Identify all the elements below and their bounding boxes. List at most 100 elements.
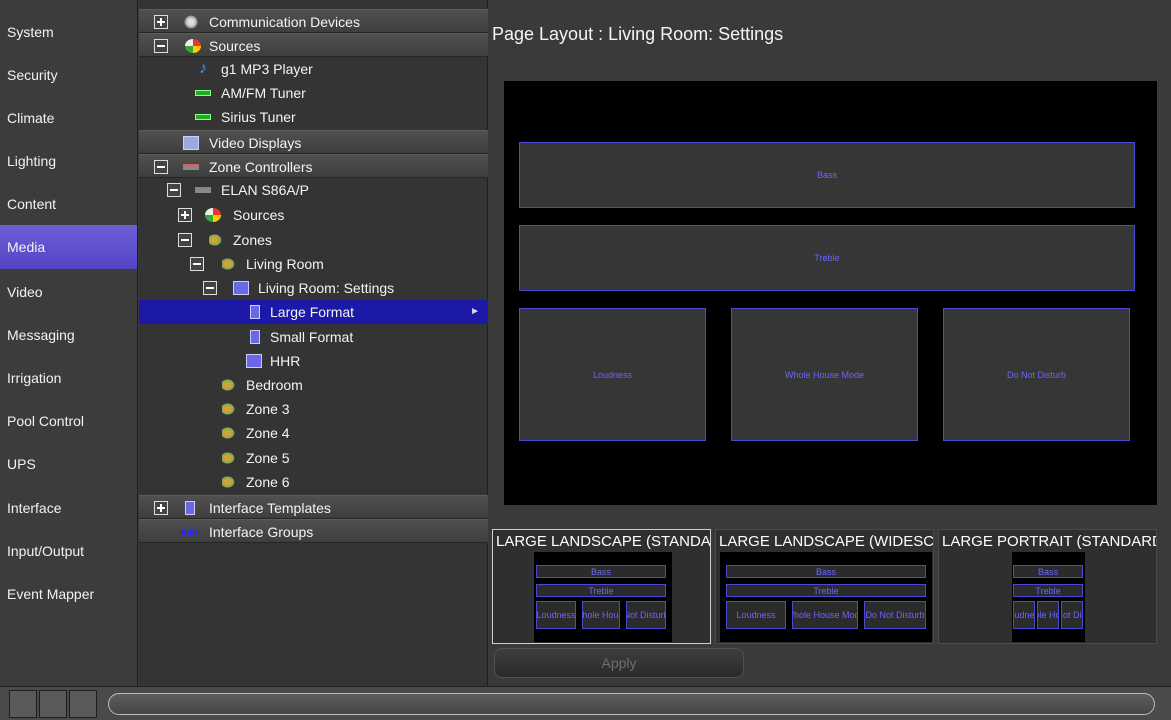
nav-item-event-mapper[interactable]: Event Mapper: [0, 572, 137, 616]
nav-item-ups[interactable]: UPS: [0, 442, 137, 486]
tuner-icon: [195, 114, 211, 120]
toolbar-slot-2[interactable]: [39, 690, 67, 718]
thumb-bass: Bass: [1013, 565, 1083, 578]
tree-item-label: Zones: [233, 232, 272, 248]
collapse-icon[interactable]: [203, 281, 217, 295]
tree-item-label: Zone Controllers: [209, 159, 313, 175]
layout-thumbnail-large-portrait-standard[interactable]: LARGE PORTRAIT (STANDARD) Bass Treble Lo…: [938, 529, 1157, 644]
tree-item-zone-4[interactable]: Zone 4: [139, 421, 488, 445]
nav-item-irrigation[interactable]: Irrigation: [0, 356, 137, 400]
tree-item-video-displays[interactable]: Video Displays: [139, 130, 488, 154]
bass-slot[interactable]: Bass: [519, 142, 1135, 208]
context-arrow-icon[interactable]: ►: [470, 300, 480, 324]
nav-item-security[interactable]: Security: [0, 53, 137, 97]
tree-item-living-room[interactable]: Living Room: [139, 252, 488, 276]
thumbnail-screen: Bass Treble Loudness Whole House Do Not …: [1012, 552, 1085, 642]
whole-house-mode-slot[interactable]: Whole House Mode: [731, 308, 918, 441]
do-not-disturb-slot[interactable]: Do Not Disturb: [943, 308, 1130, 441]
nav-item-content[interactable]: Content: [0, 182, 137, 226]
tree-item-elan-s86a-p[interactable]: ELAN S86A/P: [139, 178, 488, 202]
sources-icon: [185, 39, 201, 53]
tree-item-label: Large Format: [270, 304, 355, 320]
tree-item-label: g1 MP3 Player: [221, 61, 313, 77]
nav-item-pool-control[interactable]: Pool Control: [0, 399, 137, 443]
speaker-icon: [209, 233, 223, 247]
nav-item-media[interactable]: Media: [0, 225, 137, 269]
tree-item-g1-mp3-player[interactable]: ♪ g1 MP3 Player: [139, 57, 488, 81]
tree-item-zone-6[interactable]: Zone 6: [139, 470, 488, 494]
tree-item-label: Bedroom: [246, 377, 303, 393]
tree-item-zones[interactable]: Zones: [139, 228, 488, 252]
tree-item-label: Zone 3: [246, 401, 290, 417]
collapse-icon[interactable]: [154, 39, 168, 53]
thumb-treble: Treble: [726, 584, 926, 597]
speaker-icon: [222, 378, 236, 392]
tree-item-am-fm-tuner[interactable]: AM/FM Tuner: [139, 81, 488, 105]
layout-canvas: Bass Treble Loudness Whole House Mode Do…: [504, 81, 1157, 505]
thumb-treble: Treble: [1013, 584, 1083, 597]
thumb-dnd: Do Not Disturb: [864, 601, 926, 629]
thumb-whole-house: Whole House Mode: [792, 601, 858, 629]
tree-item-sources-sub[interactable]: Sources: [139, 203, 488, 227]
tree-item-label: AM/FM Tuner: [221, 85, 306, 101]
thumb-whole-house: Whole House: [582, 601, 620, 629]
nav-item-messaging[interactable]: Messaging: [0, 313, 137, 357]
speaker-icon: [222, 475, 236, 489]
layout-thumbnail-large-landscape-widescreen[interactable]: LARGE LANDSCAPE (WIDESCREEN) Bass Treble…: [715, 529, 934, 644]
toolbar-slot-3[interactable]: [69, 690, 97, 718]
device-tree: Communication Devices Sources ♪ g1 MP3 P…: [139, 0, 488, 686]
speaker-icon: [222, 402, 236, 416]
video-display-icon: [183, 136, 199, 150]
nav-item-interface[interactable]: Interface: [0, 486, 137, 530]
expand-icon[interactable]: [154, 15, 168, 29]
page-icon: [250, 330, 260, 344]
tree-item-label: Living Room: Settings: [258, 280, 395, 296]
tree-item-small-format[interactable]: Small Format: [139, 325, 488, 349]
collapse-icon[interactable]: [154, 160, 168, 174]
nav-item-input-output[interactable]: Input/Output: [0, 529, 137, 573]
tree-item-sources[interactable]: Sources: [139, 33, 488, 57]
speaker-icon: [222, 426, 236, 440]
tree-item-living-room-settings[interactable]: Living Room: Settings: [139, 276, 488, 300]
tree-item-interface-groups[interactable]: Interface Groups: [139, 519, 488, 543]
apply-button[interactable]: Apply: [494, 648, 744, 678]
tree-item-label: Zone 4: [246, 425, 290, 441]
page-title: Page Layout : Living Room: Settings: [492, 24, 784, 44]
tree-item-sirius-tuner[interactable]: Sirius Tuner: [139, 105, 488, 129]
treble-slot[interactable]: Treble: [519, 225, 1135, 291]
tree-item-hhr[interactable]: HHR: [139, 349, 488, 373]
expand-icon[interactable]: [154, 501, 168, 515]
tree-item-bedroom[interactable]: Bedroom: [139, 373, 488, 397]
collapse-icon[interactable]: [178, 233, 192, 247]
collapse-icon[interactable]: [190, 257, 204, 271]
page-layout-panel: Page Layout : Living Room: Settings Bass…: [489, 0, 1171, 686]
layout-thumbnail-large-landscape-standard[interactable]: LARGE LANDSCAPE (STANDARD) Bass Treble L…: [492, 529, 711, 644]
template-icon: [185, 501, 195, 515]
tree-item-label: Living Room: [246, 256, 324, 272]
tree-item-large-format[interactable]: Large Format ►: [139, 300, 488, 324]
tree-item-label: Video Displays: [209, 135, 302, 151]
thumbnail-title: LARGE LANDSCAPE (WIDESCREEN): [719, 533, 934, 550]
thumb-dnd: Do Not Disturb: [1061, 601, 1083, 629]
expand-icon[interactable]: [178, 208, 192, 222]
page-icon: [250, 305, 260, 319]
tree-item-zone-5[interactable]: Zone 5: [139, 446, 488, 470]
nav-item-system[interactable]: System: [0, 10, 137, 54]
tree-item-zone-3[interactable]: Zone 3: [139, 397, 488, 421]
status-bar: [108, 693, 1155, 715]
tree-item-communication-devices[interactable]: Communication Devices: [139, 9, 488, 33]
nav-item-climate[interactable]: Climate: [0, 96, 137, 140]
thumb-dnd: Not Disturb: [626, 601, 666, 629]
collapse-icon[interactable]: [167, 183, 181, 197]
tree-item-interface-templates[interactable]: Interface Templates: [139, 495, 488, 519]
toolbar-slot-1[interactable]: [9, 690, 37, 718]
thumb-loudness: Loudness: [536, 601, 576, 629]
nav-item-video[interactable]: Video: [0, 270, 137, 314]
tree-item-label: HHR: [270, 353, 301, 369]
tree-item-label: Zone 6: [246, 474, 290, 490]
loudness-slot[interactable]: Loudness: [519, 308, 706, 441]
nav-item-lighting[interactable]: Lighting: [0, 139, 137, 183]
tree-item-zone-controllers[interactable]: Zone Controllers: [139, 154, 488, 178]
zone-controller-icon: [183, 164, 199, 170]
thumb-treble: Treble: [536, 584, 666, 597]
